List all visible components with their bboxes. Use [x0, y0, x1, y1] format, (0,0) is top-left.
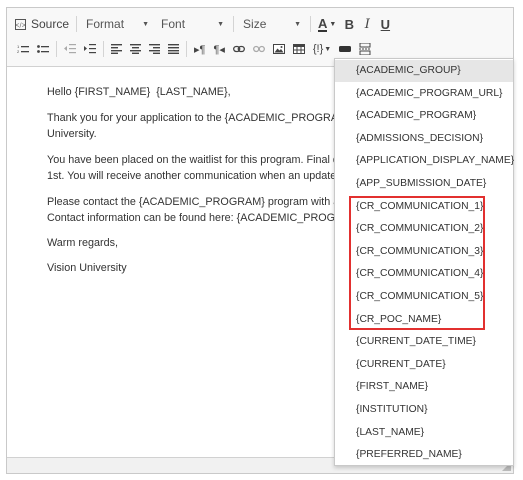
- align-center-icon: [130, 44, 141, 54]
- justify-button[interactable]: [164, 38, 183, 60]
- italic-button[interactable]: I: [358, 13, 376, 35]
- image-icon: [272, 44, 285, 54]
- placeholder-option[interactable]: {CURRENT_DATE}: [335, 354, 513, 376]
- placeholder-option[interactable]: {CR_COMMUNICATION_1}: [335, 196, 513, 218]
- outdent-icon: [64, 44, 76, 54]
- format-select[interactable]: Format ▼: [80, 13, 155, 35]
- toolbar-separator: [310, 16, 312, 32]
- svg-text:</>: </>: [15, 22, 26, 29]
- page-break-button[interactable]: [355, 38, 375, 60]
- size-select-label: Size: [243, 17, 267, 31]
- font-select-label: Font: [161, 17, 186, 31]
- page-break-icon: [359, 43, 372, 55]
- source-label: Source: [31, 17, 70, 31]
- placeholder-option[interactable]: {INSTITUTION}: [335, 399, 513, 421]
- chevron-down-icon: ▼: [217, 20, 225, 28]
- toolbar-separator: [233, 16, 235, 32]
- placeholder-option[interactable]: {ACADEMIC_PROGRAM_URL}: [335, 83, 513, 105]
- placeholder-option[interactable]: {APPLICATION_DISPLAY_NAME}: [335, 150, 514, 172]
- placeholder-menu-button[interactable]: {!} ▼: [309, 38, 335, 60]
- align-right-icon: [149, 44, 160, 54]
- align-center-button[interactable]: [126, 38, 145, 60]
- table-button[interactable]: [289, 38, 309, 60]
- horizontal-rule-button[interactable]: [335, 38, 355, 60]
- placeholder-option[interactable]: {ACADEMIC_PROGRAM}: [335, 105, 513, 127]
- placeholder-option[interactable]: {APP_SUBMISSION_DATE}: [335, 173, 513, 195]
- toolbar-row-1: </> Source Format ▼ Font ▼ Size ▼ A ▼ B …: [7, 12, 394, 36]
- outdent-button[interactable]: [60, 38, 80, 60]
- chevron-down-icon: ▼: [324, 45, 332, 53]
- source-icon: </>: [15, 18, 26, 30]
- text-color-button[interactable]: A ▼: [314, 13, 340, 35]
- chevron-down-icon: ▼: [142, 20, 150, 28]
- indent-icon: [84, 44, 96, 54]
- bulleted-list-icon: [37, 45, 49, 53]
- toolbar-separator: [56, 41, 57, 57]
- link-button[interactable]: [229, 38, 249, 60]
- ltr-icon: ▸¶: [194, 43, 206, 56]
- unlink-button[interactable]: [249, 38, 269, 60]
- align-right-button[interactable]: [145, 38, 164, 60]
- table-icon: [292, 44, 305, 54]
- placeholder-option[interactable]: {CR_POC_NAME}: [335, 309, 513, 331]
- horizontal-rule-icon: [339, 46, 352, 52]
- placeholder-option[interactable]: {FIRST_NAME}: [335, 376, 513, 398]
- unlink-icon: [252, 45, 265, 53]
- rtl-button[interactable]: ¶◂: [209, 38, 228, 60]
- placeholder-option[interactable]: {LAST_NAME}: [335, 422, 513, 444]
- source-button[interactable]: </> Source: [7, 13, 73, 35]
- chevron-down-icon: ▼: [294, 20, 302, 28]
- placeholder-option[interactable]: {CR_COMMUNICATION_3}: [335, 241, 513, 263]
- toolbar-row-2: 12 ▸¶ ¶◂ {!} ▼: [13, 37, 375, 61]
- placeholder-option[interactable]: {ADMISSIONS_DECISION}: [335, 128, 513, 150]
- image-button[interactable]: [269, 38, 289, 60]
- placeholder-option[interactable]: {ACADEMIC_GROUP}: [335, 60, 513, 82]
- rtl-icon: ¶◂: [213, 43, 225, 56]
- align-left-button[interactable]: [107, 38, 126, 60]
- chevron-down-icon: ▼: [329, 20, 337, 28]
- placeholder-menu-label: {!}: [312, 43, 324, 55]
- size-select[interactable]: Size ▼: [237, 13, 307, 35]
- underline-button[interactable]: U: [376, 13, 394, 35]
- placeholder-option[interactable]: {CURRENT_DATE_TIME}: [335, 331, 513, 353]
- text-color-label: A: [318, 15, 328, 32]
- align-left-icon: [111, 44, 122, 54]
- placeholder-option[interactable]: {PREFERRED_NAME}: [335, 444, 513, 466]
- format-select-label: Format: [86, 17, 125, 31]
- svg-text:2: 2: [17, 49, 20, 54]
- ltr-button[interactable]: ▸¶: [190, 38, 209, 60]
- toolbar-separator: [186, 41, 187, 57]
- placeholder-dropdown-menu: {ACADEMIC_GROUP} {ACADEMIC_PROGRAM_URL} {A…: [334, 58, 514, 466]
- justify-icon: [168, 44, 179, 54]
- link-icon: [232, 45, 245, 53]
- indent-button[interactable]: [80, 38, 100, 60]
- bold-button[interactable]: B: [340, 13, 358, 35]
- toolbar-separator: [103, 41, 104, 57]
- numbered-list-button[interactable]: 12: [13, 38, 33, 60]
- placeholder-option[interactable]: {CR_COMMUNICATION_4}: [335, 263, 513, 285]
- bulleted-list-button[interactable]: [33, 38, 53, 60]
- numbered-list-icon: 12: [17, 44, 29, 54]
- placeholder-option[interactable]: {CR_COMMUNICATION_2}: [335, 218, 513, 240]
- toolbar-separator: [76, 16, 78, 32]
- font-select[interactable]: Font ▼: [155, 13, 230, 35]
- placeholder-option[interactable]: {CR_COMMUNICATION_5}: [335, 286, 513, 308]
